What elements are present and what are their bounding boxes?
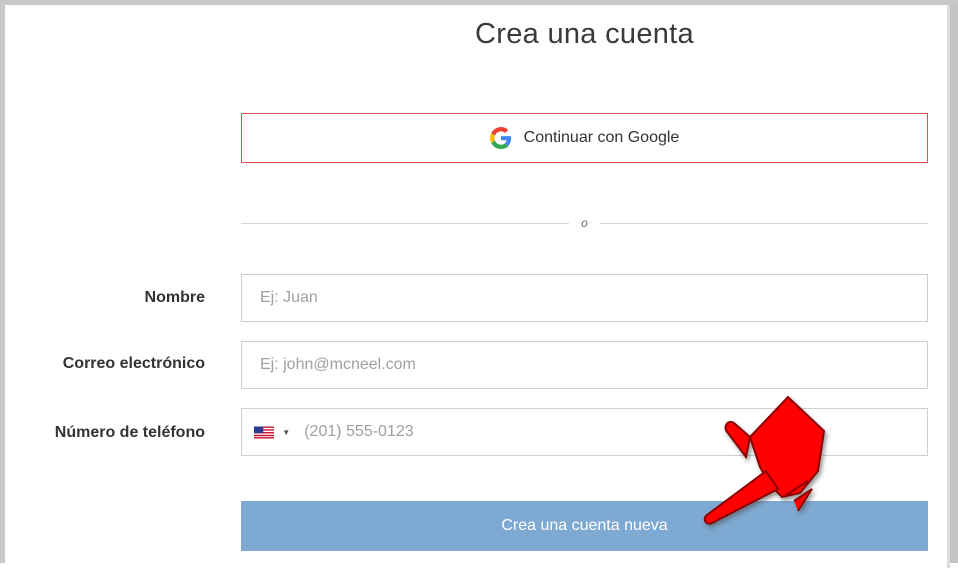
country-dropdown-caret-icon[interactable]: ▼ xyxy=(282,428,290,437)
red-hand-pointer-icon xyxy=(703,395,826,525)
name-input[interactable] xyxy=(258,274,927,322)
email-input[interactable] xyxy=(258,341,927,389)
frame-edge xyxy=(947,5,950,568)
phone-label: Número de teléfono xyxy=(54,424,205,441)
continue-with-google-button[interactable]: Continuar con Google xyxy=(241,113,928,163)
create-account-button-label: Crea una cuenta nueva xyxy=(501,517,668,534)
name-label: Nombre xyxy=(144,289,205,306)
us-flag-icon[interactable] xyxy=(254,426,275,439)
name-field-container xyxy=(241,274,928,322)
divider-text: o xyxy=(581,216,588,230)
email-label: Correo electrónico xyxy=(62,355,205,372)
email-field-container xyxy=(241,341,928,389)
or-divider: o xyxy=(241,213,928,233)
google-icon xyxy=(489,127,511,149)
page-title: Crea una cuenta xyxy=(475,18,694,50)
google-button-label: Continuar con Google xyxy=(523,129,680,146)
divider-line-right xyxy=(599,222,928,224)
divider-line-left xyxy=(241,222,570,224)
